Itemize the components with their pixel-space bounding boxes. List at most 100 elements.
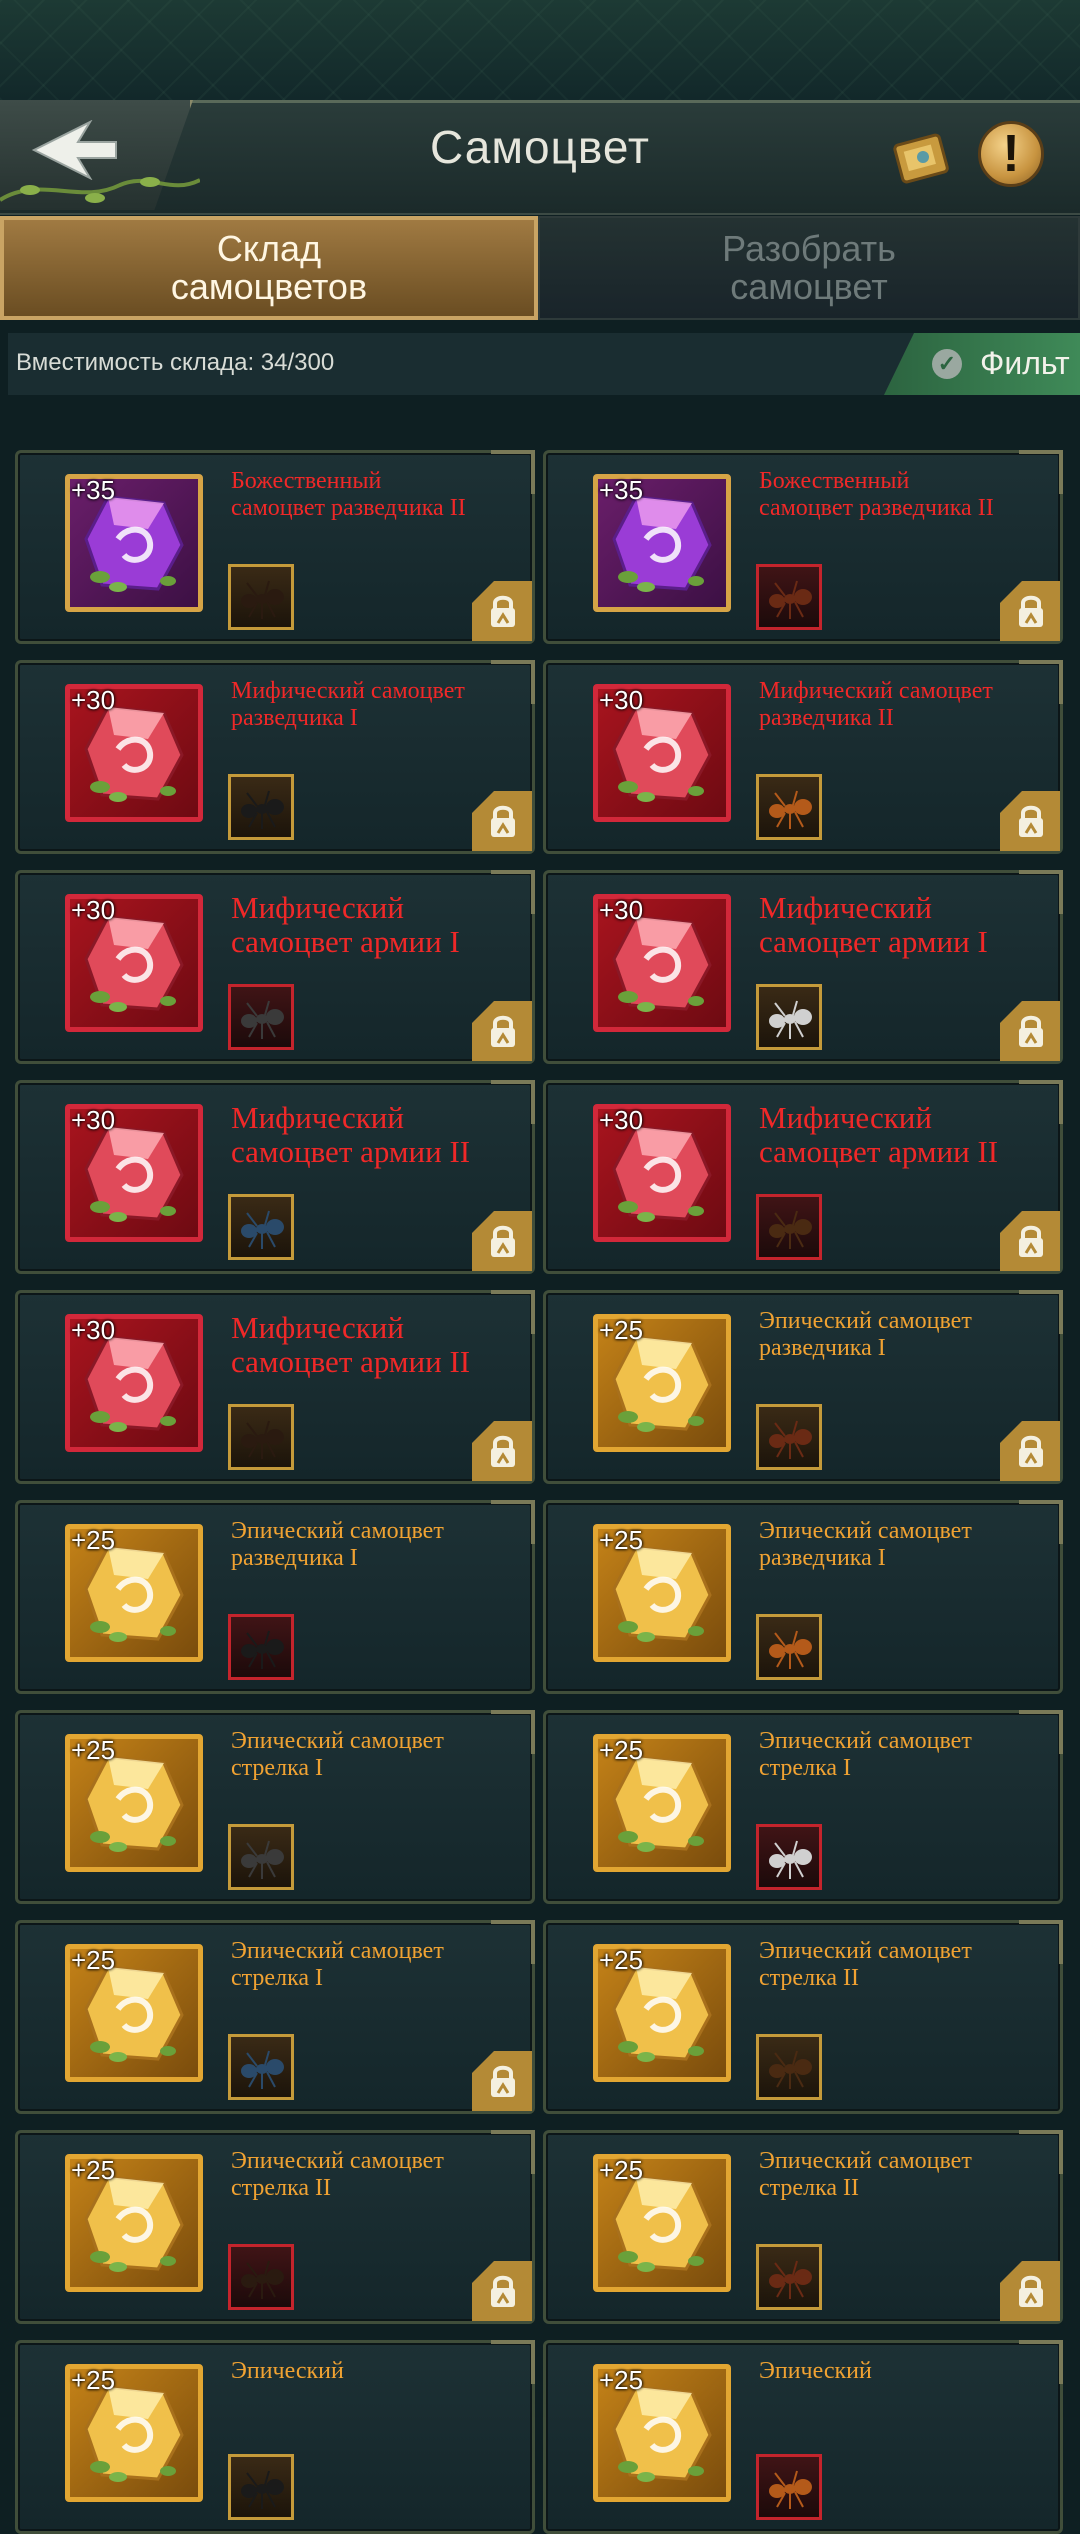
lock-button[interactable] xyxy=(472,2261,532,2321)
gem-card[interactable]: +30 Мифический самоцвет армии II xyxy=(543,1080,1063,1274)
lock-icon xyxy=(491,1435,515,1467)
gem-name: Эпический самоцвет стрелка I xyxy=(231,1938,444,1991)
gem-level: +25 xyxy=(71,1735,116,1765)
gem-card[interactable]: +30 Мифический самоцвет разведчика I xyxy=(15,660,535,854)
gem-card[interactable]: +25 Эпический самоцвет стрелка I xyxy=(15,1710,535,1904)
ant-icon xyxy=(241,1210,284,1249)
ant-portrait xyxy=(228,2034,294,2100)
capacity-text: Вместимость склада: 34/300 xyxy=(16,349,335,376)
lock-button[interactable] xyxy=(472,2051,532,2111)
ant-icon xyxy=(241,2470,284,2509)
gem-card[interactable]: +25 Эпический самоцвет стрелка II xyxy=(543,1920,1063,2114)
gem-card[interactable]: +35 Божественный самоцвет разведчика II xyxy=(15,450,535,644)
gem-name: Эпический самоцвет разведчика I xyxy=(759,1308,972,1361)
filter-button[interactable]: ✓ Фильт xyxy=(884,333,1080,395)
lock-icon xyxy=(1019,1015,1043,1047)
ant-portrait xyxy=(228,1404,294,1470)
gem-name: Мифический самоцвет армии I xyxy=(231,890,460,959)
gem-name: Эпический самоцвет стрелка I xyxy=(759,1728,972,1781)
lock-button[interactable] xyxy=(1000,2261,1060,2321)
gem-card[interactable]: +35 Божественный самоцвет разведчика II xyxy=(543,450,1063,644)
ant-portrait xyxy=(756,1614,822,1680)
gem-level: +30 xyxy=(71,685,116,715)
gem-card[interactable]: +30 Мифический самоцвет армии II xyxy=(15,1080,535,1274)
gem-card[interactable]: +30 Мифический самоцвет армии II xyxy=(15,1290,535,1484)
gem-card[interactable]: +25 Эпический самоцвет разведчика I xyxy=(543,1500,1063,1694)
gem-card[interactable]: +25 Эпический самоцвет стрелка II xyxy=(15,2130,535,2324)
gem-name: Мифический самоцвет армии II xyxy=(231,1100,471,1169)
lock-icon xyxy=(1019,2275,1043,2307)
ant-portrait xyxy=(228,984,294,1050)
gem-level: +25 xyxy=(599,1945,644,1975)
ant-icon xyxy=(769,1000,812,1039)
gem-card[interactable]: +25 Эпический самоцвет стрелка II xyxy=(543,2130,1063,2324)
lock-icon xyxy=(1019,805,1043,837)
exclamation-icon: ! xyxy=(1002,125,1020,183)
gem-level: +25 xyxy=(71,1945,116,1975)
gem-level: +30 xyxy=(71,1105,116,1135)
gem-level: +35 xyxy=(599,475,644,505)
gem-name: Мифический самоцвет армии II xyxy=(231,1310,471,1379)
gem-card[interactable]: +25 Эпический xyxy=(15,2340,535,2534)
lock-icon xyxy=(1019,1435,1043,1467)
tab-gem-storage[interactable]: Склад самоцветов xyxy=(0,216,538,320)
lock-button[interactable] xyxy=(1000,791,1060,851)
gem-level: +30 xyxy=(71,1315,116,1345)
lock-icon xyxy=(491,1225,515,1257)
ant-portrait xyxy=(228,774,294,840)
ant-icon xyxy=(241,1840,284,1879)
lock-button[interactable] xyxy=(472,791,532,851)
gem-level: +25 xyxy=(599,2365,644,2395)
gem-card[interactable]: +30 Мифический самоцвет разведчика II xyxy=(543,660,1063,854)
gem-name: Эпический xyxy=(759,2358,872,2384)
check-icon: ✓ xyxy=(932,349,962,379)
ant-portrait xyxy=(228,564,294,630)
gem-card[interactable]: +25 Эпический самоцвет разведчика I xyxy=(543,1290,1063,1484)
lock-button[interactable] xyxy=(472,1211,532,1271)
tab-dismantle-gem[interactable]: Разобрать самоцвет xyxy=(538,216,1080,320)
gem-level: +25 xyxy=(599,1525,644,1555)
gem-name: Божественный самоцвет разведчика II xyxy=(231,468,466,521)
ant-icon xyxy=(241,1000,284,1039)
ant-portrait xyxy=(228,2454,294,2520)
gem-card[interactable]: +30 Мифический самоцвет армии I xyxy=(15,870,535,1064)
gem-book-icon[interactable] xyxy=(890,125,956,191)
gem-card[interactable]: +25 Эпический xyxy=(543,2340,1063,2534)
ant-icon xyxy=(769,1210,812,1249)
lock-icon xyxy=(491,2275,515,2307)
gem-level: +30 xyxy=(599,1105,644,1135)
gem-level: +25 xyxy=(599,2155,644,2185)
lock-button[interactable] xyxy=(1000,1211,1060,1271)
ant-portrait xyxy=(756,2454,822,2520)
lock-icon xyxy=(1019,595,1043,627)
lock-icon xyxy=(491,595,515,627)
ant-icon xyxy=(769,2470,812,2509)
ant-icon xyxy=(769,580,812,619)
gem-name: Эпический самоцвет разведчика I xyxy=(759,1518,972,1571)
lock-button[interactable] xyxy=(472,1001,532,1061)
gem-level: +30 xyxy=(599,685,644,715)
ant-icon xyxy=(769,790,812,829)
ant-icon xyxy=(241,1630,284,1669)
vine-decoration xyxy=(0,177,200,203)
ant-portrait xyxy=(756,2244,822,2310)
lock-button[interactable] xyxy=(1000,581,1060,641)
lock-button[interactable] xyxy=(472,581,532,641)
lock-button[interactable] xyxy=(472,1421,532,1481)
lock-button[interactable] xyxy=(1000,1421,1060,1481)
ant-portrait xyxy=(756,2034,822,2100)
ant-icon xyxy=(769,1840,812,1879)
info-button[interactable]: ! xyxy=(978,121,1044,187)
gem-name: Мифический самоцвет армии I xyxy=(759,890,988,959)
gem-card[interactable]: +30 Мифический самоцвет армии I xyxy=(543,870,1063,1064)
gem-level: +25 xyxy=(71,2365,116,2395)
gem-level: +25 xyxy=(71,2155,116,2185)
ant-icon xyxy=(241,580,284,619)
gem-card[interactable]: +25 Эпический самоцвет стрелка I xyxy=(543,1710,1063,1904)
gem-name: Эпический самоцвет разведчика I xyxy=(231,1518,444,1571)
gem-level: +25 xyxy=(71,1525,116,1555)
lock-button[interactable] xyxy=(1000,1001,1060,1061)
gem-card[interactable]: +25 Эпический самоцвет разведчика I xyxy=(15,1500,535,1694)
gem-card[interactable]: +25 Эпический самоцвет стрелка I xyxy=(15,1920,535,2114)
gem-name: Эпический xyxy=(231,2358,344,2384)
